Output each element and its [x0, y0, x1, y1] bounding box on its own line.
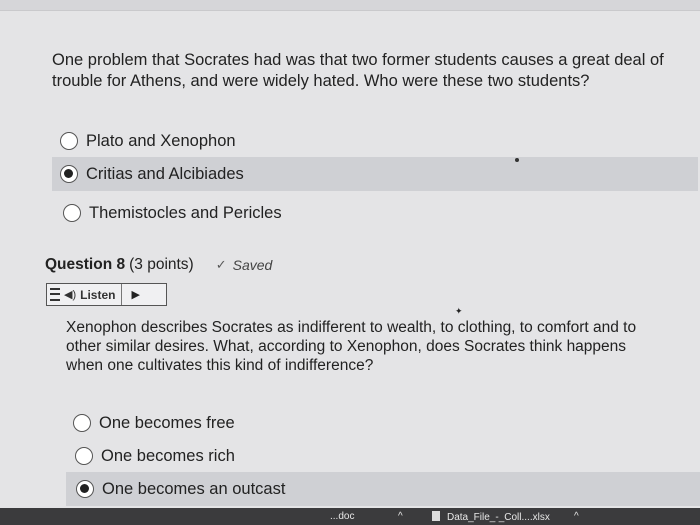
- q8-option-1[interactable]: One becomes free: [73, 406, 473, 440]
- download-item-xlsx-label: Data_File_-_Coll....xlsx: [447, 512, 550, 523]
- chevron-up-icon-2[interactable]: ^: [574, 511, 579, 522]
- radio-button-icon[interactable]: [73, 414, 91, 432]
- menu-icon[interactable]: [50, 288, 60, 301]
- listen-label: Listen: [80, 287, 116, 302]
- saved-label: Saved: [232, 257, 273, 273]
- question-8-header: Question 8 (3 points) ✓ Saved: [45, 256, 272, 274]
- stray-dot: [515, 158, 519, 162]
- q7-option-1[interactable]: Plato and Xenophon: [60, 124, 460, 158]
- radio-button-icon[interactable]: [75, 447, 93, 465]
- q8-option-2-label: One becomes rich: [101, 446, 235, 465]
- q8-option-3[interactable]: One becomes an outcast: [66, 472, 700, 506]
- question-8-points: (3 points): [129, 256, 194, 273]
- question-7-text: One problem that Socrates had was that t…: [52, 51, 664, 90]
- radio-button-icon[interactable]: [63, 204, 81, 222]
- radio-button-selected-icon[interactable]: [76, 480, 94, 498]
- q7-option-1-label: Plato and Xenophon: [86, 131, 236, 150]
- q7-option-2-label: Critias and Alcibiades: [86, 164, 244, 183]
- q8-option-2[interactable]: One becomes rich: [75, 439, 475, 473]
- saved-status: ✓ Saved: [216, 257, 273, 273]
- question-8-text: Xenophon describes Socrates as indiffere…: [66, 319, 637, 374]
- download-item-xlsx[interactable]: Data_File_-_Coll....xlsx: [432, 511, 550, 523]
- mouse-cursor-icon: ✦: [455, 306, 463, 316]
- file-icon: [432, 511, 440, 521]
- radio-button-selected-icon[interactable]: [60, 165, 78, 183]
- download-item-doc[interactable]: ...doc: [330, 511, 354, 522]
- listen-control[interactable]: ◀) Listen ▶: [46, 283, 167, 306]
- window-top-edge: [0, 0, 700, 11]
- play-icon[interactable]: ▶: [131, 288, 139, 301]
- download-bar: ...doc ^ Data_File_-_Coll....xlsx ^: [0, 508, 700, 525]
- chevron-up-icon[interactable]: ^: [398, 511, 403, 522]
- radio-button-icon[interactable]: [60, 132, 78, 150]
- q7-option-3-label: Themistocles and Pericles: [89, 203, 282, 222]
- listen-divider: [121, 284, 123, 305]
- speaker-icon: ◀): [64, 289, 77, 301]
- q8-option-3-label: One becomes an outcast: [102, 479, 286, 498]
- q7-option-2[interactable]: Critias and Alcibiades: [52, 157, 698, 191]
- checkmark-icon: ✓: [215, 257, 227, 272]
- question-8-title: Question 8: [45, 256, 126, 273]
- q8-option-1-label: One becomes free: [99, 413, 235, 432]
- q7-option-3[interactable]: Themistocles and Pericles: [63, 196, 463, 230]
